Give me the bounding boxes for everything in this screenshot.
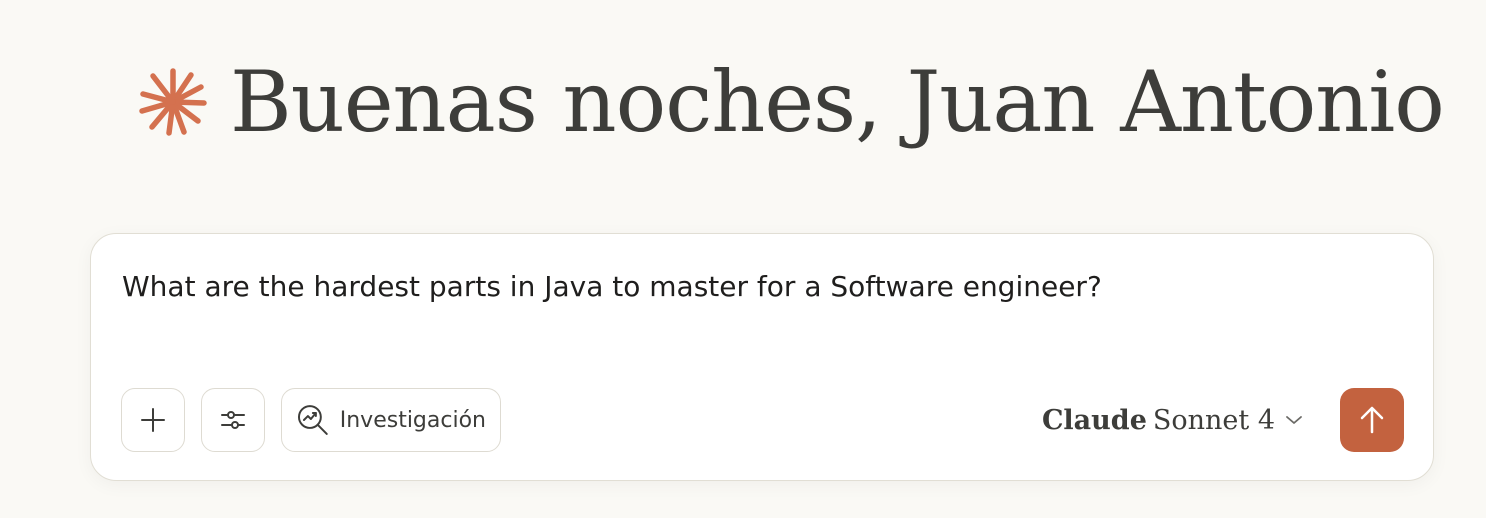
- research-button[interactable]: Investigación: [281, 388, 501, 452]
- chevron-down-icon: [1286, 416, 1302, 424]
- greeting-text: Buenas noches, Juan Antonio: [230, 53, 1445, 151]
- model-brand: Claude: [1041, 404, 1147, 436]
- sliders-icon: [221, 411, 245, 429]
- research-icon: [297, 405, 328, 435]
- greeting-header: Buenas noches, Juan Antonio: [138, 52, 1445, 152]
- send-button[interactable]: [1340, 388, 1404, 452]
- tools-settings-button[interactable]: [201, 388, 265, 452]
- plus-icon: [141, 408, 165, 432]
- add-button[interactable]: [121, 388, 185, 452]
- prompt-input[interactable]: What are the hardest parts in Java to ma…: [122, 270, 1102, 304]
- spark-icon: [139, 68, 207, 136]
- model-name: Sonnet 4: [1152, 404, 1275, 436]
- arrow-up-icon: [1360, 406, 1384, 434]
- chat-composer: What are the hardest parts in Java to ma…: [90, 233, 1434, 481]
- research-label: Investigación: [339, 407, 486, 433]
- model-selector[interactable]: Claude Sonnet 4: [1042, 398, 1303, 442]
